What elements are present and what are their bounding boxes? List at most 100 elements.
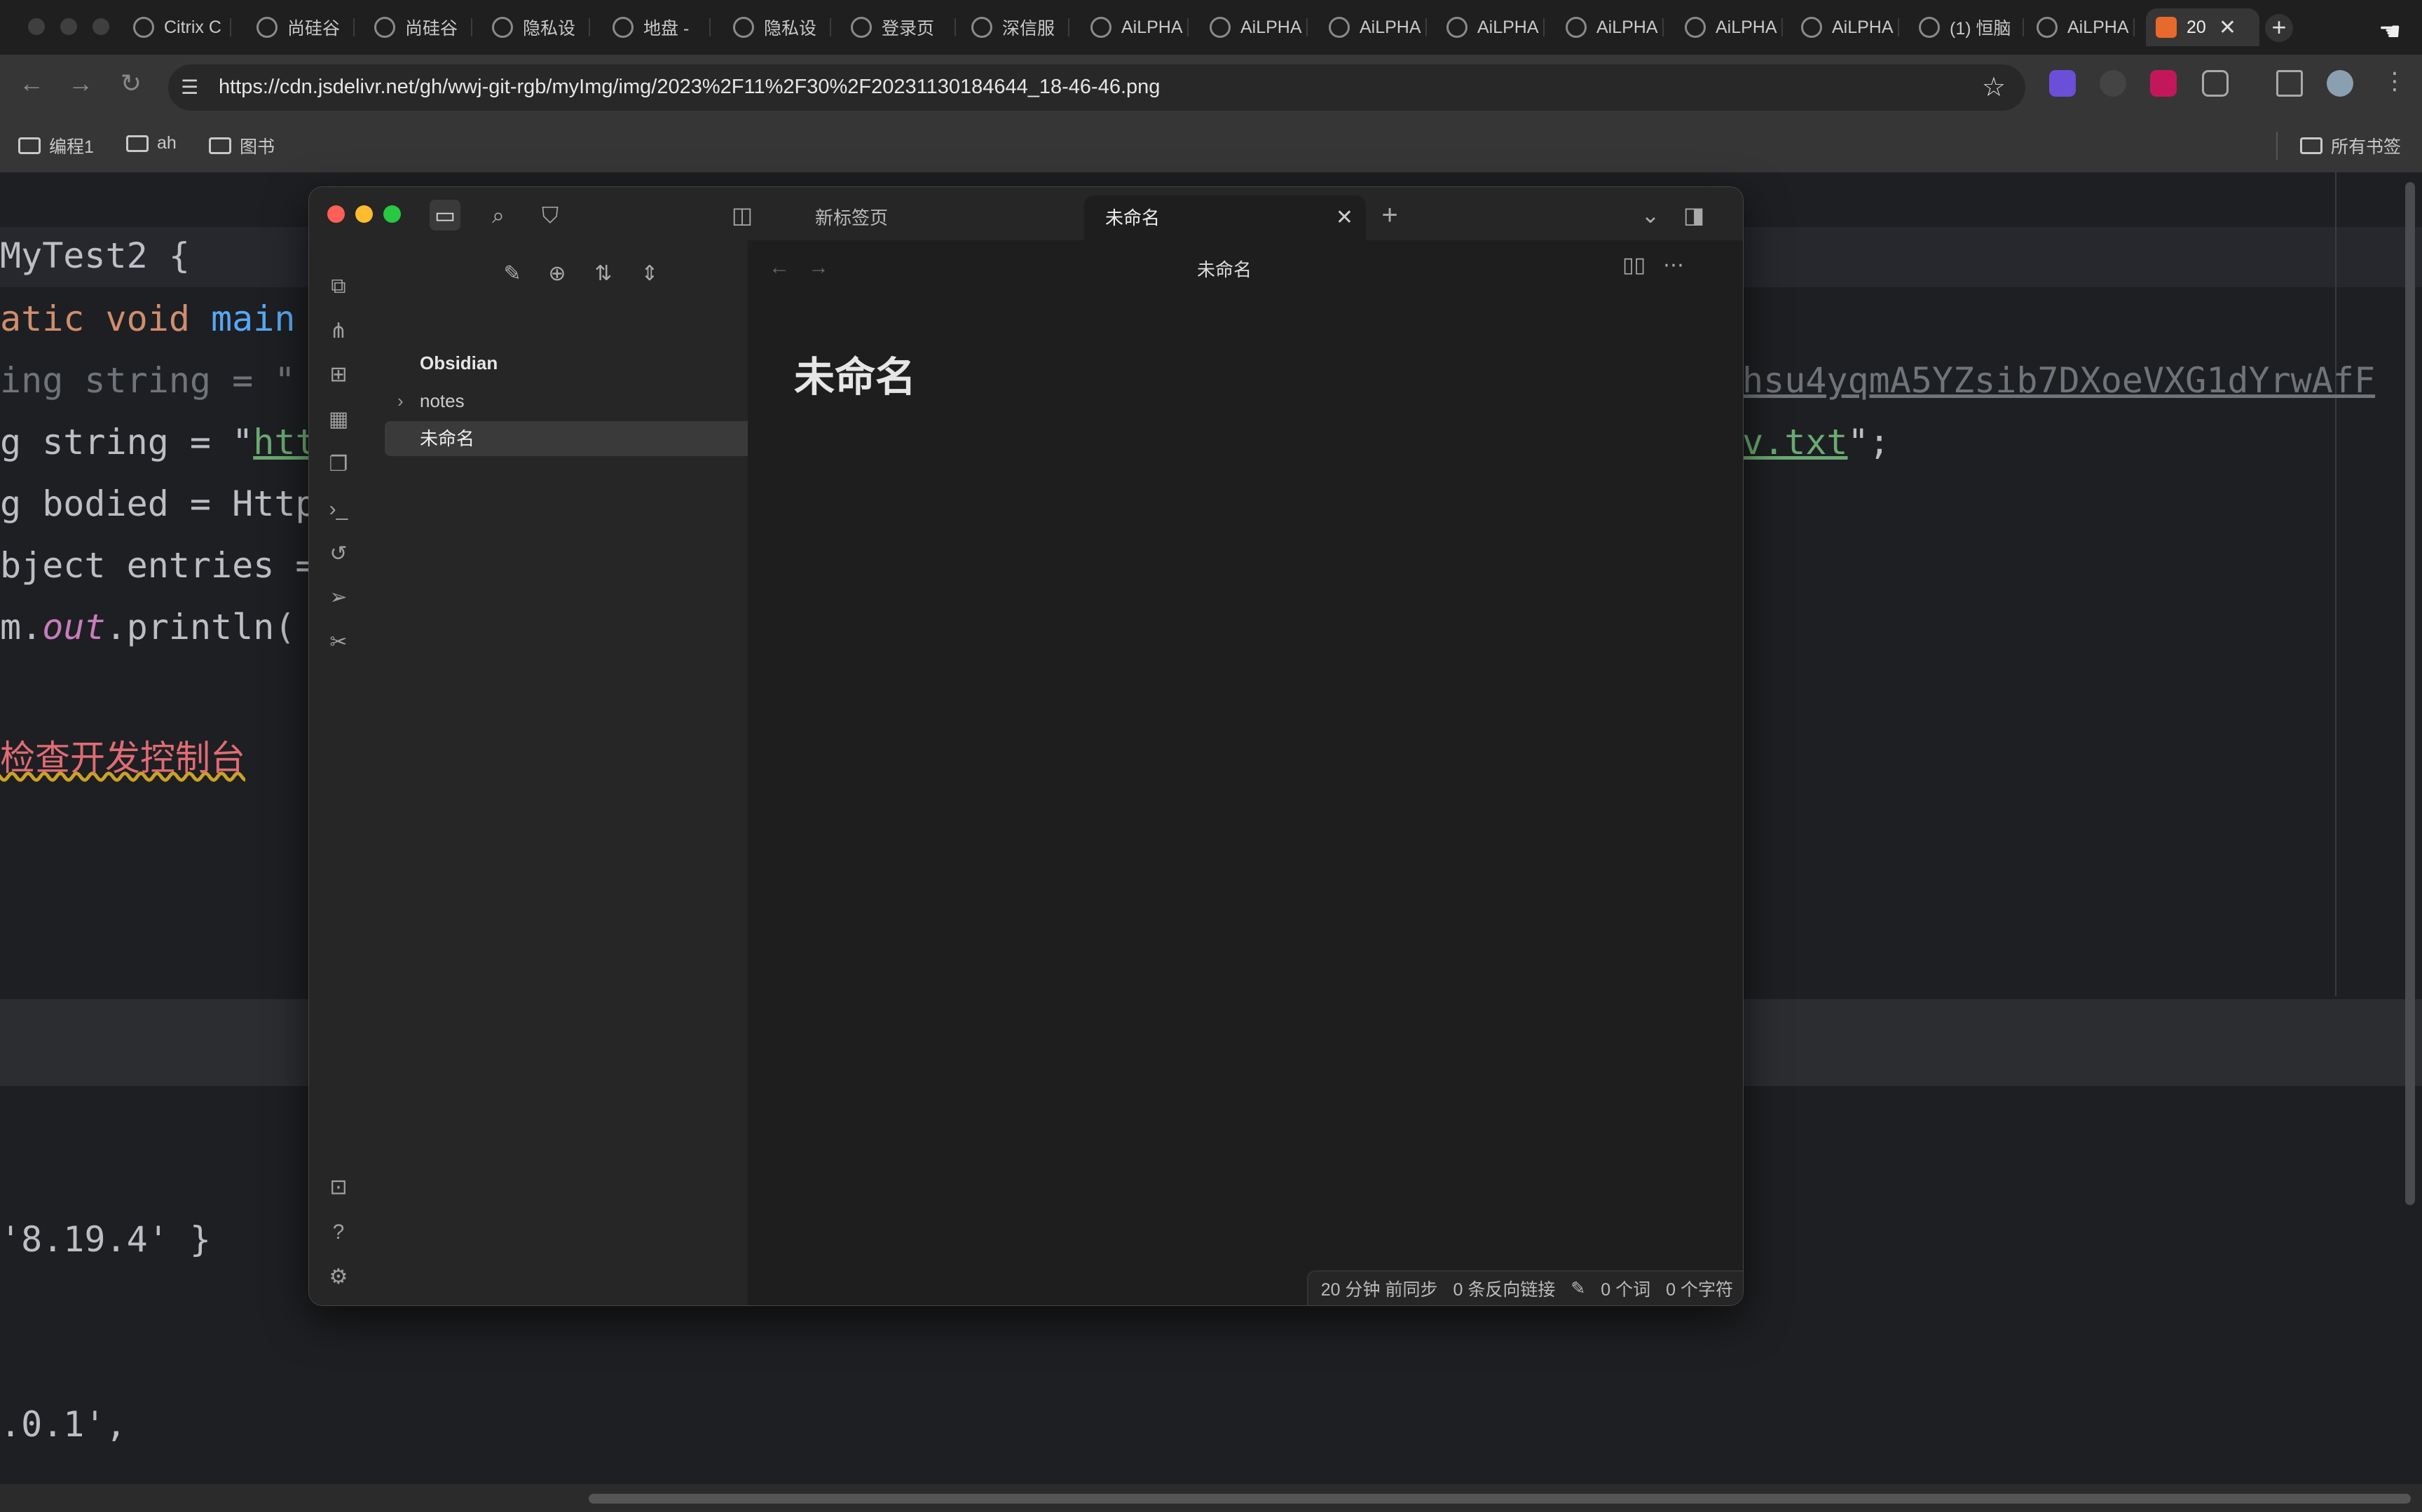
reload-button[interactable]: ↻ (114, 69, 149, 98)
tab-title: 20 (2187, 17, 2206, 37)
open-quick-switcher-icon[interactable]: ⧉ (323, 271, 354, 302)
browser-tab[interactable]: AiLPHA (1446, 8, 1545, 46)
close-tab-icon[interactable]: ✕ (2219, 15, 2236, 40)
tab-title: 隐私设 (764, 19, 817, 39)
browser-tab[interactable]: AiLPHA (1329, 8, 1427, 46)
tree-folder-notes[interactable]: › notes (385, 383, 772, 418)
bookmark-folder-3[interactable]: 图书 (209, 133, 275, 158)
extension-translate-icon[interactable] (2150, 70, 2177, 97)
browser-tab[interactable]: 隐私设 (733, 8, 831, 46)
tab-favicon-icon (1090, 17, 1111, 38)
browser-tab[interactable]: 尚硅谷 (374, 8, 472, 46)
browser-tab[interactable]: 登录页 (851, 8, 956, 46)
bookmark-folder-1[interactable]: 编程1 (18, 133, 94, 158)
bookmarks-icon[interactable]: ⛉ (535, 200, 566, 231)
tab-separator (955, 18, 956, 36)
browser-tab[interactable]: 地盘 - (613, 8, 711, 46)
extension-shield-icon[interactable] (2100, 70, 2126, 97)
tab-title: AiLPHA (1716, 17, 1777, 37)
close-window-button[interactable] (327, 205, 345, 223)
vault-name[interactable]: Obsidian (385, 345, 772, 380)
browser-tab[interactable]: AiLPHA (1090, 8, 1189, 46)
bookmark-folder-2[interactable]: ah (126, 133, 177, 153)
browser-tab[interactable]: 尚硅谷 (256, 8, 355, 46)
back-button[interactable]: ← (14, 69, 49, 98)
command-palette-icon[interactable]: ›_ (323, 494, 354, 525)
plugin-tools-icon[interactable]: ✂ (323, 627, 354, 658)
canvas-icon[interactable]: ⊞ (323, 359, 354, 390)
vault-switcher-icon[interactable]: ⊡ (323, 1172, 354, 1203)
sync-status[interactable]: 20 分钟 前同步 (1321, 1276, 1438, 1301)
minimize-window-button[interactable] (355, 205, 373, 223)
browser-tab[interactable]: AiLPHA (1210, 8, 1308, 46)
reading-view-book-icon[interactable]: ▯▯ (1622, 253, 1646, 277)
window-controls (28, 18, 109, 35)
code-line: hsu4yqmA5YZsib7DXoeVXG1dYrwAfF (1742, 360, 2376, 401)
new-folder-icon[interactable]: ⊕ (542, 259, 573, 289)
extensions-puzzle-icon[interactable] (2202, 70, 2229, 97)
browser-tab-active[interactable]: 20 ✕ (2146, 8, 2259, 46)
tab-title: 尚硅谷 (287, 19, 341, 39)
templates-icon[interactable]: ❐ (323, 449, 354, 480)
browser-menu-icon[interactable]: ⋮ (2383, 67, 2407, 95)
browser-tab[interactable]: AiLPHA (1685, 8, 1783, 46)
tab-separator (353, 18, 355, 36)
right-sidebar-toggle-icon[interactable]: ◨ (1678, 200, 1709, 231)
browser-tab[interactable]: AiLPHA (2037, 8, 2135, 46)
tree-file-untitled[interactable]: 未命名 (385, 421, 772, 456)
tab-separator (230, 18, 231, 36)
tab-separator (1662, 18, 1664, 36)
maximize-window-button[interactable] (93, 18, 109, 35)
view-header-title[interactable]: 未命名 (748, 256, 1701, 282)
horizontal-scrollbar[interactable] (589, 1494, 2411, 1504)
tab-list-chevron-down-icon[interactable]: ⌄ (1635, 200, 1666, 231)
new-tab-button[interactable]: + (1374, 200, 1405, 231)
graph-view-icon[interactable]: ⋔ (323, 316, 354, 347)
tab-untitled[interactable]: 未命名 ✕ (1084, 195, 1366, 240)
new-tab-button[interactable]: + (2265, 14, 2293, 42)
close-window-button[interactable] (28, 18, 45, 35)
expand-collapse-icon[interactable]: ⇕ (634, 259, 665, 289)
side-panel-icon[interactable] (2276, 70, 2303, 97)
close-tab-icon[interactable]: ✕ (1336, 195, 1353, 240)
extension-download-icon[interactable] (2049, 70, 2076, 97)
backlinks-count[interactable]: 0 条反向链接 (1453, 1276, 1555, 1301)
new-note-icon[interactable]: ✎ (497, 259, 528, 289)
site-info-icon[interactable]: ☰ (181, 76, 205, 99)
note-heading[interactable]: 未命名 (794, 344, 916, 403)
tab-new-tab[interactable]: 新标签页 (794, 195, 1032, 240)
publish-send-icon[interactable]: ➢ (323, 582, 354, 613)
browser-tab[interactable]: 深信服 (971, 8, 1069, 46)
bookmarks-bar: 编程1 ah 图书 所有书签 (0, 122, 2422, 174)
folder-icon (209, 137, 231, 154)
profile-avatar[interactable] (2327, 70, 2353, 97)
tab-favicon-icon (492, 17, 513, 38)
code-line: g string = "htt (0, 422, 317, 462)
browser-tab[interactable]: (1) 恒脑 (1919, 8, 2024, 46)
address-bar[interactable]: ☰ https://cdn.jsdelivr.net/gh/wwj-git-rg… (168, 64, 2025, 111)
forward-button[interactable]: → (63, 69, 98, 98)
help-icon[interactable]: ? (323, 1217, 354, 1248)
tab-favicon-icon (1801, 17, 1822, 38)
url-text[interactable]: https://cdn.jsdelivr.net/gh/wwj-git-rgb/… (219, 76, 1160, 99)
all-bookmarks-button[interactable]: 所有书签 (2300, 133, 2401, 158)
more-options-icon[interactable]: ⋯ (1663, 253, 1684, 277)
search-icon[interactable]: ⌕ (483, 200, 514, 231)
sort-order-icon[interactable]: ⇅ (588, 259, 619, 289)
edit-pencil-icon[interactable]: ✎ (1571, 1278, 1585, 1299)
settings-gear-icon[interactable]: ⚙ (323, 1262, 354, 1293)
minimize-window-button[interactable] (60, 18, 77, 35)
file-explorer-icon[interactable]: ▭ (430, 200, 460, 231)
browser-tab[interactable]: Citrix C (133, 8, 231, 46)
history-icon[interactable]: ↺ (323, 539, 354, 570)
collapse-sidebar-icon[interactable]: ◫ (727, 200, 758, 231)
tab-title: AiLPHA (1832, 17, 1894, 37)
vertical-scrollbar[interactable] (2405, 182, 2415, 1205)
browser-tab[interactable]: 隐私设 (492, 8, 590, 46)
maximize-window-button[interactable] (383, 205, 401, 223)
daily-note-calendar-icon[interactable]: ▦ (323, 404, 354, 435)
bookmark-star-icon[interactable]: ☆ (1982, 71, 2006, 103)
browser-tab[interactable]: AiLPHA (1801, 8, 1899, 46)
browser-tab[interactable]: AiLPHA (1566, 8, 1664, 46)
tab-title: AiLPHA (1360, 17, 1421, 37)
